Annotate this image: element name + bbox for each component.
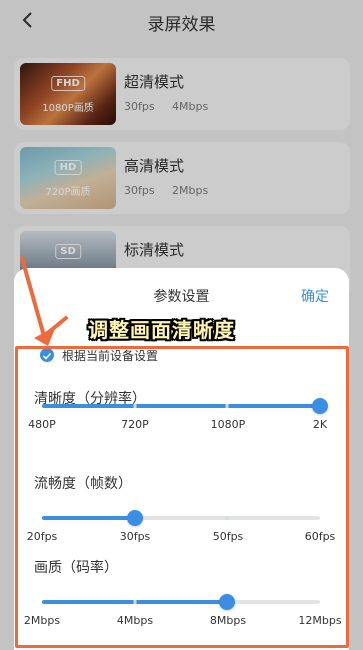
annotation-caption: 调整画面清晰度 — [88, 318, 235, 342]
annotation-highlight-box — [15, 346, 349, 648]
sheet-title: 参数设置 — [153, 289, 210, 305]
confirm-button[interactable]: 确定 — [301, 286, 329, 306]
